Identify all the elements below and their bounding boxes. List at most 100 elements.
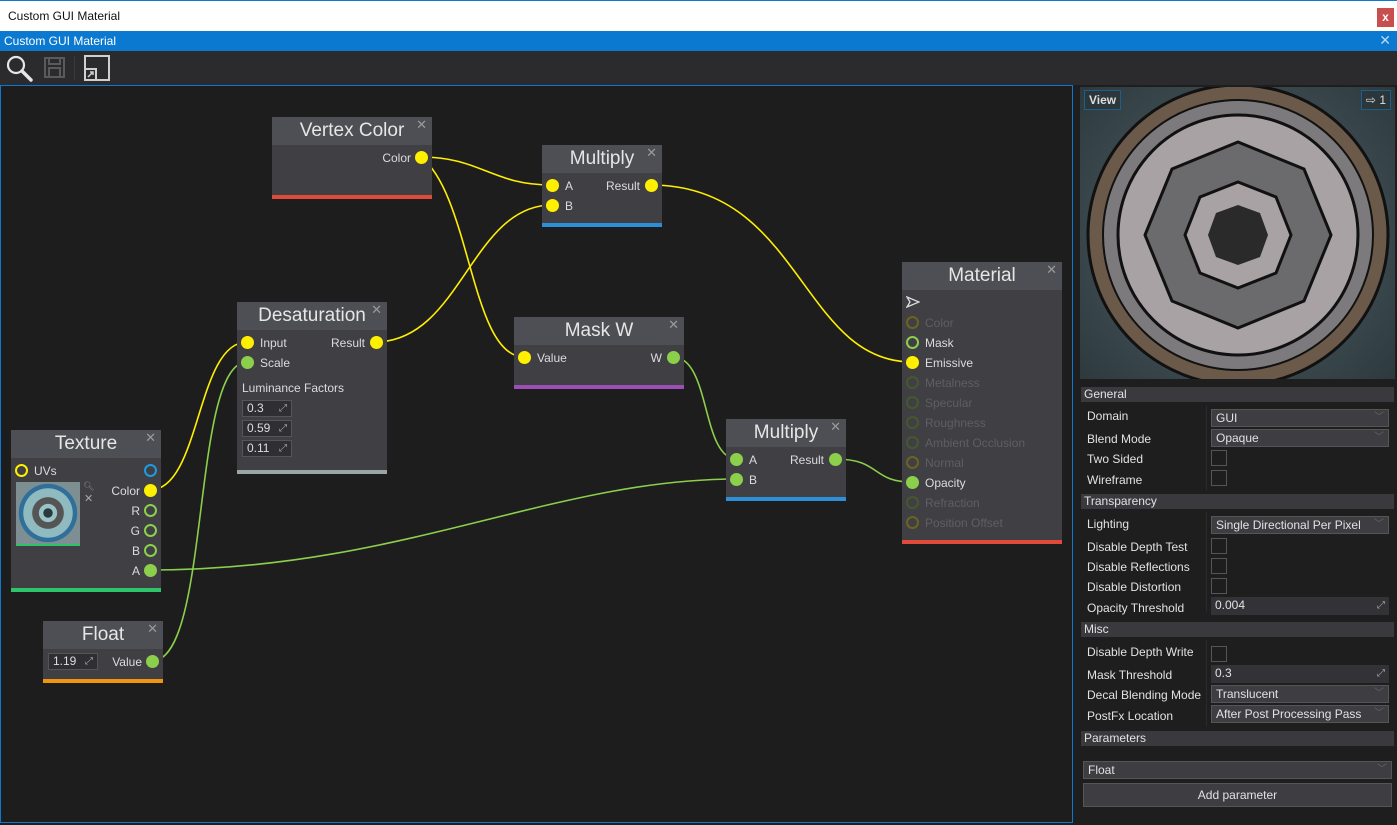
column-splitter[interactable] xyxy=(1206,512,1207,612)
disable-depth-test-checkbox[interactable] xyxy=(1211,538,1227,554)
input-port-scale[interactable] xyxy=(241,356,254,369)
camera-button[interactable]: ⇨ 1 xyxy=(1360,90,1391,110)
os-close-button[interactable]: x xyxy=(1377,8,1394,27)
node-title: Multiply xyxy=(542,145,662,173)
disable-reflections-checkbox[interactable] xyxy=(1211,558,1227,574)
luminance-factor-g-input[interactable]: 0.59 ⤢ xyxy=(242,420,292,437)
save-button[interactable] xyxy=(42,54,72,82)
column-splitter[interactable] xyxy=(1206,640,1207,726)
float-value-input[interactable]: 1.19 ⤢ xyxy=(48,653,98,670)
domain-dropdown[interactable]: GUI ﹀ xyxy=(1211,409,1389,427)
close-icon[interactable]: ✕ xyxy=(1046,262,1057,278)
node-type-strip xyxy=(542,223,662,227)
output-port-result[interactable] xyxy=(645,179,658,192)
close-icon[interactable]: ✕ xyxy=(646,145,657,161)
clear-icon[interactable]: ✕ xyxy=(84,492,93,505)
input-port-ambient-occlusion[interactable] xyxy=(906,436,919,449)
node-graph-canvas[interactable]: Vertex Color ✕ Color Multiply ✕ A B Resu… xyxy=(0,85,1073,823)
port-label: Normal xyxy=(925,456,964,470)
output-port-result[interactable] xyxy=(370,336,383,349)
node-multiply[interactable]: Multiply ✕ A B Result xyxy=(542,145,662,227)
decal-blending-dropdown[interactable]: Translucent ﹀ xyxy=(1211,685,1389,703)
input-port-b[interactable] xyxy=(730,473,743,486)
texture-thumbnail[interactable] xyxy=(16,482,80,546)
value: 1.19 xyxy=(53,654,77,668)
value: 0.11 xyxy=(247,441,270,455)
os-titlebar: Custom GUI Material x xyxy=(0,0,1397,31)
input-port-refraction[interactable] xyxy=(906,496,919,509)
close-icon[interactable]: ✕ xyxy=(830,419,841,435)
opacity-threshold-input[interactable]: 0.004 ⤢ xyxy=(1211,597,1389,615)
input-port-a[interactable] xyxy=(730,453,743,466)
output-port-color[interactable] xyxy=(144,484,157,497)
node-texture[interactable]: Texture ✕ UVs 🔍︎ ✕ Color R G B A xyxy=(11,430,161,592)
output-port-value[interactable] xyxy=(146,655,159,668)
two-sided-checkbox[interactable] xyxy=(1211,450,1227,466)
input-port-mask[interactable] xyxy=(906,336,919,349)
luminance-factor-r-input[interactable]: 0.3 ⤢ xyxy=(242,400,292,417)
column-splitter[interactable] xyxy=(1206,405,1207,491)
node-material[interactable]: Material ✕ Color Mask Emissive Metalness… xyxy=(902,262,1062,544)
input-port-uvs[interactable] xyxy=(15,464,28,477)
input-port-input[interactable] xyxy=(241,336,254,349)
section-general[interactable]: General xyxy=(1081,387,1394,402)
add-parameter-button[interactable]: Add parameter xyxy=(1083,783,1392,807)
expand-icon: ⤢ xyxy=(279,423,287,434)
close-icon[interactable]: ✕ xyxy=(371,302,382,318)
input-port-value[interactable] xyxy=(518,351,531,364)
toggle-properties-button[interactable] xyxy=(83,54,113,82)
section-misc[interactable]: Misc xyxy=(1081,622,1394,637)
section-transparency[interactable]: Transparency xyxy=(1081,494,1394,509)
input-port-normal[interactable] xyxy=(906,456,919,469)
editor-close-icon[interactable]: ✕ xyxy=(1379,32,1391,49)
port-label: Color xyxy=(382,151,411,165)
chevron-down-icon: ﹀ xyxy=(1374,412,1384,423)
material-preview[interactable]: View ⇨ 1 xyxy=(1080,87,1395,379)
disable-depth-write-checkbox[interactable] xyxy=(1211,646,1227,662)
search-icon[interactable]: 🔍︎ xyxy=(83,481,94,492)
node-vertex-color[interactable]: Vertex Color ✕ Color xyxy=(272,117,432,199)
close-icon[interactable]: ✕ xyxy=(668,317,679,333)
output-port-r[interactable] xyxy=(144,504,157,517)
output-port-w[interactable] xyxy=(667,351,680,364)
wireframe-checkbox[interactable] xyxy=(1211,470,1227,486)
input-port-specular[interactable] xyxy=(906,396,919,409)
node-desaturation[interactable]: Desaturation ✕ Input Scale Result Lumina… xyxy=(237,302,387,474)
input-port-color[interactable] xyxy=(906,316,919,329)
disable-distortion-checkbox[interactable] xyxy=(1211,578,1227,594)
node-multiply-2[interactable]: Multiply ✕ A B Result xyxy=(726,419,846,501)
section-parameters[interactable]: Parameters xyxy=(1081,731,1394,746)
parameter-type-dropdown[interactable]: Float ﹀ xyxy=(1083,761,1392,779)
value: Float xyxy=(1088,763,1115,777)
input-port-metalness[interactable] xyxy=(906,376,919,389)
blend-mode-dropdown[interactable]: Opaque ﹀ xyxy=(1211,429,1389,447)
search-button[interactable] xyxy=(4,54,34,82)
close-icon[interactable]: ✕ xyxy=(145,430,156,446)
input-port-roughness[interactable] xyxy=(906,416,919,429)
lighting-dropdown[interactable]: Single Directional Per Pixel ﹀ xyxy=(1211,516,1389,534)
luminance-factor-b-input[interactable]: 0.11 ⤢ xyxy=(242,440,292,457)
close-icon[interactable]: ✕ xyxy=(416,117,427,133)
node-mask-w[interactable]: Mask W ✕ Value W xyxy=(514,317,684,389)
close-icon[interactable]: ✕ xyxy=(147,621,158,637)
port-label: Value xyxy=(537,351,567,365)
mask-threshold-input[interactable]: 0.3 ⤢ xyxy=(1211,665,1389,683)
output-port-a[interactable] xyxy=(144,564,157,577)
output-port-texture[interactable] xyxy=(144,464,157,477)
input-port-a[interactable] xyxy=(546,179,559,192)
output-port-g[interactable] xyxy=(144,524,157,537)
input-port-b[interactable] xyxy=(546,199,559,212)
input-port-emissive[interactable] xyxy=(906,356,919,369)
output-port-color[interactable] xyxy=(415,151,428,164)
output-port-result[interactable] xyxy=(829,453,842,466)
input-port-opacity[interactable] xyxy=(906,476,919,489)
port-label: Color xyxy=(111,484,140,498)
input-port-position-offset[interactable] xyxy=(906,516,919,529)
expand-icon: ⤢ xyxy=(85,656,93,667)
node-float[interactable]: Float ✕ 1.19 ⤢ Value xyxy=(43,621,163,683)
output-port-b[interactable] xyxy=(144,544,157,557)
port-label: UVs xyxy=(34,464,57,478)
postfx-location-dropdown[interactable]: After Post Processing Pass ﹀ xyxy=(1211,705,1389,723)
port-label: B xyxy=(749,473,758,487)
view-button[interactable]: View xyxy=(1084,90,1122,110)
